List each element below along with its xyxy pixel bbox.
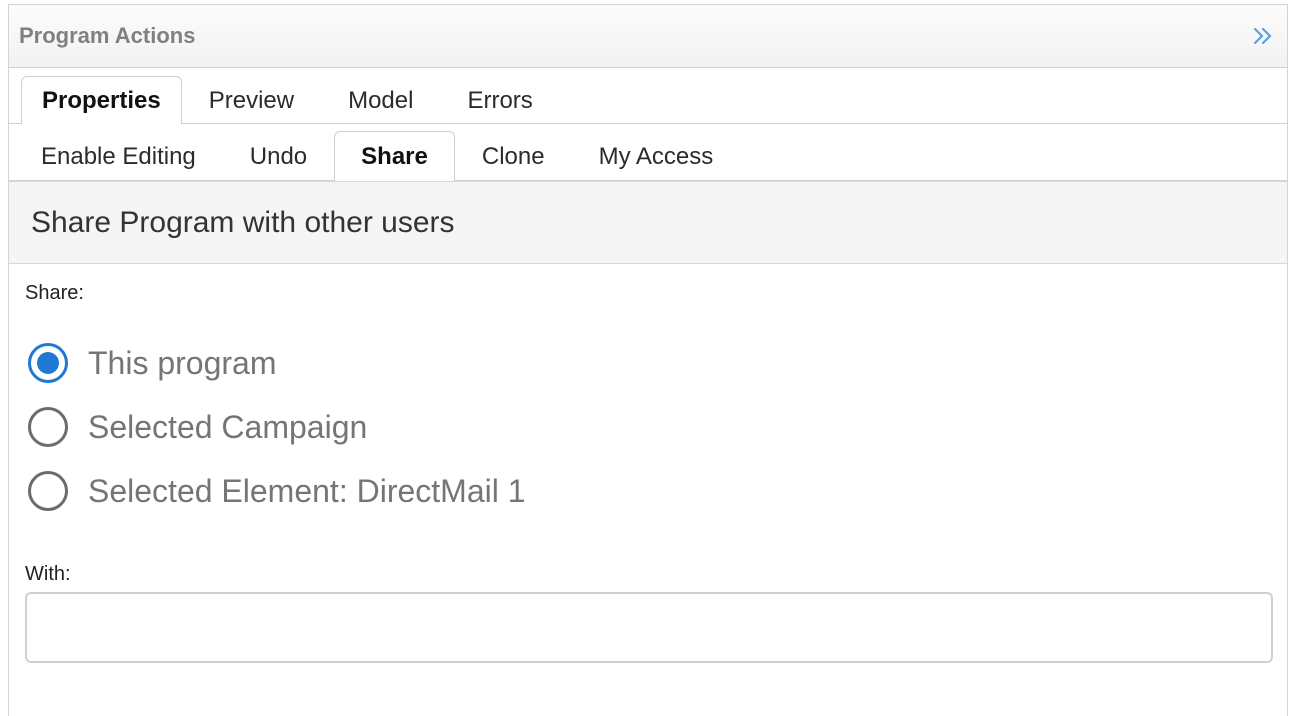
program-actions-panel: Program Actions Properties Preview Model… <box>8 4 1288 716</box>
tab-clone[interactable]: Clone <box>455 131 572 181</box>
tab-model[interactable]: Model <box>321 76 440 124</box>
radio-button[interactable] <box>28 471 68 511</box>
primary-tabs: Properties Preview Model Errors <box>9 68 1287 124</box>
tab-undo[interactable]: Undo <box>223 131 334 181</box>
tab-my-access[interactable]: My Access <box>572 131 741 181</box>
share-with-input[interactable] <box>25 592 1273 663</box>
share-heading: Share Program with other users <box>9 182 1287 264</box>
with-label: With: <box>25 563 71 585</box>
double-chevron-right-icon[interactable] <box>1251 24 1275 48</box>
tab-properties[interactable]: Properties <box>21 76 182 124</box>
radio-button[interactable] <box>28 407 68 447</box>
panel-title: Program Actions <box>19 23 196 48</box>
panel-header: Program Actions <box>9 5 1287 68</box>
tab-enable-editing[interactable]: Enable Editing <box>9 131 223 181</box>
radio-option-selected-campaign[interactable]: Selected Campaign <box>25 395 1271 459</box>
tab-errors[interactable]: Errors <box>440 76 559 124</box>
share-content: Share Program with other users Share: Th… <box>9 181 1287 716</box>
radio-option-this-program[interactable]: This program <box>25 331 1271 395</box>
radio-label: Selected Campaign <box>88 408 368 445</box>
radio-option-selected-element[interactable]: Selected Element: DirectMail 1 <box>25 459 1271 523</box>
radio-label: This program <box>88 344 277 381</box>
tab-preview[interactable]: Preview <box>182 76 321 124</box>
radio-button-checked[interactable] <box>28 343 68 383</box>
tab-share[interactable]: Share <box>334 131 455 181</box>
radio-label: Selected Element: DirectMail 1 <box>88 472 526 509</box>
share-label: Share: <box>25 282 84 304</box>
share-scope-radio-group: This program Selected Campaign Selected … <box>25 331 1271 523</box>
share-form: Share: This program Selected Campaign Se… <box>9 264 1287 663</box>
secondary-tabs: Enable Editing Undo Share Clone My Acces… <box>9 124 1287 181</box>
